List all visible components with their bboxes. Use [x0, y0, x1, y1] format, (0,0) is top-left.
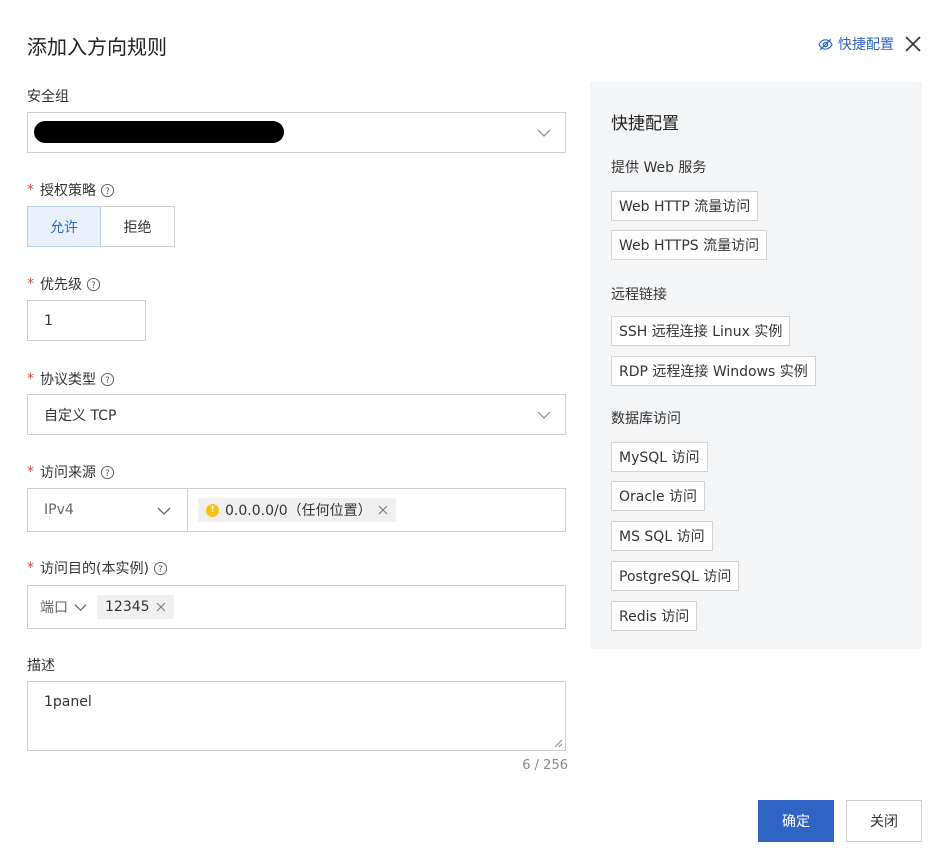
priority-label: * 优先级 ? — [27, 274, 101, 294]
required-mark: * — [27, 371, 34, 387]
quick-config-toggle[interactable]: 快捷配置 — [818, 34, 894, 54]
policy-label: * 授权策略 ? — [27, 180, 115, 200]
help-icon[interactable]: ? — [86, 277, 101, 292]
description-textarea[interactable]: 1panel — [27, 681, 566, 751]
quick-config-label: 快捷配置 — [838, 37, 894, 53]
description-label: 描述 — [27, 655, 55, 675]
chevron-down-icon — [74, 603, 87, 611]
description-label-text: 描述 — [27, 658, 55, 674]
close-button[interactable]: 关闭 — [846, 800, 922, 842]
help-icon[interactable]: ? — [100, 183, 115, 198]
required-mark: * — [27, 276, 34, 292]
chip-postgresql[interactable]: PostgreSQL 访问 — [611, 561, 740, 591]
ip-type-select[interactable]: IPv4 — [28, 489, 188, 531]
priority-input[interactable] — [27, 300, 146, 341]
security-group-select[interactable] — [27, 112, 566, 153]
section-db-title: 数据库访问 — [611, 411, 681, 427]
required-mark: * — [27, 182, 34, 198]
panel-title: 快捷配置 — [611, 114, 679, 134]
destination-field[interactable]: 端口 12345 — [27, 585, 566, 629]
dialog-title: 添加入方向规则 — [27, 35, 167, 59]
source-tag: ! 0.0.0.0/0（任何位置） — [198, 498, 396, 522]
char-counter: 6 / 256 — [522, 758, 568, 773]
chip-redis[interactable]: Redis 访问 — [611, 601, 698, 631]
policy-deny-button[interactable]: 拒绝 — [101, 206, 175, 247]
chevron-down-icon — [537, 411, 551, 419]
svg-text:?: ? — [105, 467, 109, 477]
confirm-button[interactable]: 确定 — [758, 800, 834, 842]
port-type-select[interactable]: 端口 — [40, 597, 87, 617]
protocol-value: 自定义 TCP — [44, 407, 117, 424]
svg-text:?: ? — [105, 185, 109, 195]
protocol-select[interactable]: 自定义 TCP — [27, 394, 566, 435]
warning-icon: ! — [206, 503, 219, 517]
chip-mssql[interactable]: MS SQL 访问 — [611, 521, 713, 551]
svg-text:?: ? — [158, 563, 162, 573]
required-mark: * — [27, 560, 34, 576]
resize-handle-icon[interactable] — [554, 739, 563, 748]
chip-mysql[interactable]: MySQL 访问 — [611, 442, 708, 472]
source-tag-text: 0.0.0.0/0（任何位置） — [225, 503, 372, 519]
priority-label-text: 优先级 — [40, 277, 82, 293]
chevron-down-icon — [537, 129, 551, 137]
policy-label-text: 授权策略 — [40, 183, 96, 199]
section-web-title: 提供 Web 服务 — [611, 160, 707, 176]
protocol-label: * 协议类型 ? — [27, 369, 115, 389]
destination-label: * 访问目的(本实例) ? — [27, 558, 168, 578]
tag-remove-icon[interactable] — [156, 602, 166, 612]
source-label-text: 访问来源 — [40, 465, 96, 481]
help-icon[interactable]: ? — [100, 372, 115, 387]
svg-text:?: ? — [91, 279, 95, 289]
port-tag-text: 12345 — [105, 599, 150, 615]
policy-segmented: 允许 拒绝 — [27, 206, 175, 247]
chip-ssh[interactable]: SSH 远程连接 Linux 实例 — [611, 316, 791, 346]
header-actions: 快捷配置 — [818, 34, 922, 54]
chip-web-https[interactable]: Web HTTPS 流量访问 — [611, 230, 768, 260]
security-group-label-text: 安全组 — [27, 89, 69, 105]
chevron-down-icon — [157, 507, 171, 515]
source-label: * 访问来源 ? — [27, 462, 115, 482]
help-icon[interactable]: ? — [153, 561, 168, 576]
svg-text:?: ? — [105, 374, 109, 384]
chip-rdp[interactable]: RDP 远程连接 Windows 实例 — [611, 356, 816, 386]
help-icon[interactable]: ? — [100, 465, 115, 480]
protocol-label-text: 协议类型 — [40, 372, 96, 388]
eye-off-icon — [818, 38, 833, 50]
chip-web-http[interactable]: Web HTTP 流量访问 — [611, 191, 759, 221]
redacted-value — [34, 121, 284, 143]
policy-allow-button[interactable]: 允许 — [27, 206, 101, 247]
tag-remove-icon[interactable] — [378, 505, 388, 515]
quick-config-panel: 快捷配置 提供 Web 服务 Web HTTP 流量访问 Web HTTPS 流… — [590, 82, 922, 649]
close-icon[interactable] — [904, 35, 922, 53]
ip-type-value: IPv4 — [44, 502, 74, 518]
destination-label-text: 访问目的(本实例) — [40, 561, 149, 577]
port-label: 端口 — [40, 600, 68, 616]
source-tags[interactable]: ! 0.0.0.0/0（任何位置） — [188, 489, 565, 531]
source-field: IPv4 ! 0.0.0.0/0（任何位置） — [27, 488, 566, 532]
required-mark: * — [27, 464, 34, 480]
chip-oracle[interactable]: Oracle 访问 — [611, 481, 706, 511]
section-remote-title: 远程链接 — [611, 287, 667, 303]
description-value: 1panel — [44, 694, 92, 710]
security-group-label: 安全组 — [27, 86, 69, 106]
port-tag: 12345 — [97, 595, 174, 619]
